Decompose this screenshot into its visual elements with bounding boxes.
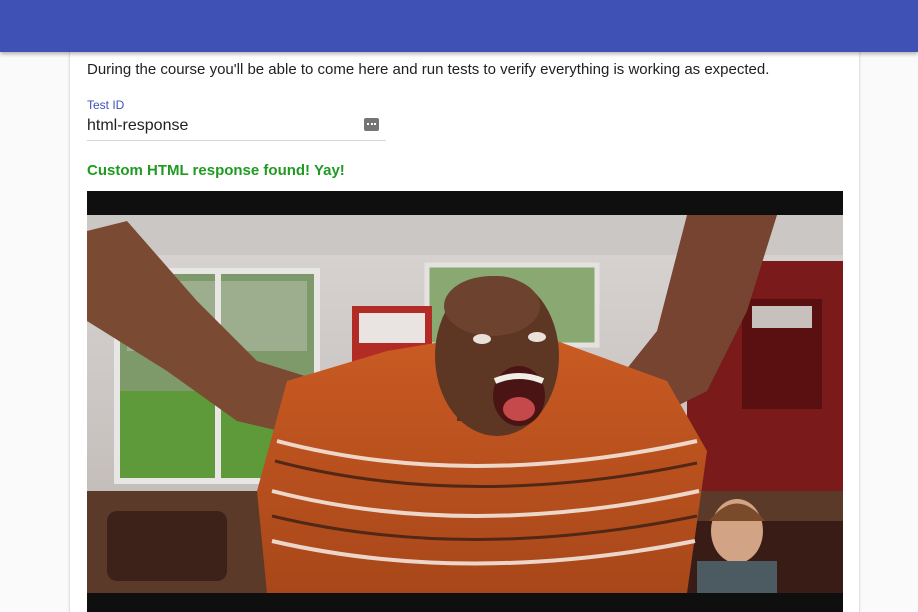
test-id-input[interactable] (87, 115, 357, 137)
test-card: During the course you'll be able to come… (70, 40, 859, 612)
test-id-field[interactable]: Test ID (87, 98, 386, 141)
more-horiz-icon[interactable] (364, 118, 379, 131)
celebration-gif (87, 191, 843, 612)
test-id-label: Test ID (87, 98, 125, 112)
app-bar (0, 0, 918, 52)
success-message: Custom HTML response found! Yay! (87, 162, 345, 179)
celebration-image (87, 215, 843, 612)
intro-text: During the course you'll be able to come… (87, 61, 770, 78)
